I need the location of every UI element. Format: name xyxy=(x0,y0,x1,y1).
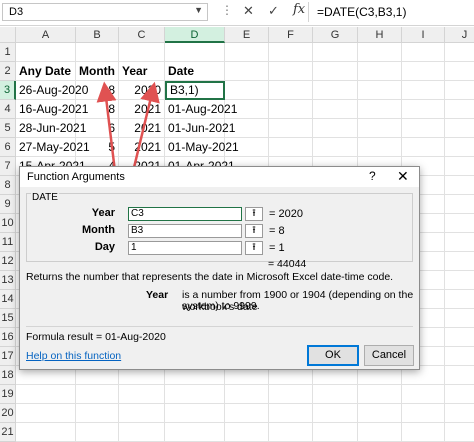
function-description: Returns the number that represents the d… xyxy=(26,271,394,283)
cancel-button[interactable]: Cancel xyxy=(364,345,414,366)
function-name: DATE xyxy=(31,192,59,203)
year-input[interactable]: C3 xyxy=(128,207,242,221)
cell-b21[interactable] xyxy=(76,423,119,442)
row-header-21[interactable]: 21 xyxy=(0,423,16,442)
cell-j21[interactable] xyxy=(445,423,474,442)
help-icon[interactable]: ? xyxy=(369,169,376,183)
month-input[interactable]: B3 xyxy=(128,224,242,238)
help-link[interactable]: Help on this function xyxy=(26,350,121,362)
cell-g21[interactable] xyxy=(313,423,358,442)
collapse-dialog-icon[interactable]: ⭱ xyxy=(245,241,263,255)
cell-h21[interactable] xyxy=(358,423,402,442)
collapse-dialog-icon[interactable]: ⭱ xyxy=(245,207,263,221)
arguments-group: DATE Year C3 ⭱ = 2020 Month B3 ⭱ = 8 Day… xyxy=(26,192,413,262)
arg-help-text-2: system) to 9999. xyxy=(182,300,260,312)
dialog-titlebar[interactable]: Function Arguments ? ✕ xyxy=(20,167,419,187)
divider xyxy=(26,326,413,327)
cell-d21[interactable] xyxy=(165,423,225,442)
function-result: = 44044 xyxy=(268,258,307,270)
cell-a21[interactable] xyxy=(16,423,76,442)
ok-button[interactable]: OK xyxy=(307,345,359,366)
cell-c21[interactable] xyxy=(119,423,165,442)
day-input[interactable]: 1 xyxy=(128,241,242,255)
function-arguments-dialog: Function Arguments ? ✕ DATE Year C3 ⭱ = … xyxy=(19,166,420,370)
cell-e21[interactable] xyxy=(225,423,269,442)
dialog-title: Function Arguments xyxy=(27,171,125,183)
collapse-dialog-icon[interactable]: ⭱ xyxy=(245,224,263,238)
cell-f21[interactable] xyxy=(269,423,313,442)
arg-label-year: Year xyxy=(91,207,115,219)
arg-label-day: Day xyxy=(94,241,115,253)
formula-result: Formula result = 01-Aug-2020 xyxy=(26,331,166,343)
day-result: = 1 xyxy=(269,242,285,254)
arg-label-month: Month xyxy=(82,224,115,236)
year-result: = 2020 xyxy=(269,208,303,220)
month-result: = 8 xyxy=(269,225,285,237)
cell-i21[interactable] xyxy=(402,423,445,442)
close-icon[interactable]: ✕ xyxy=(397,168,409,185)
arg-help-name: Year xyxy=(146,289,169,301)
